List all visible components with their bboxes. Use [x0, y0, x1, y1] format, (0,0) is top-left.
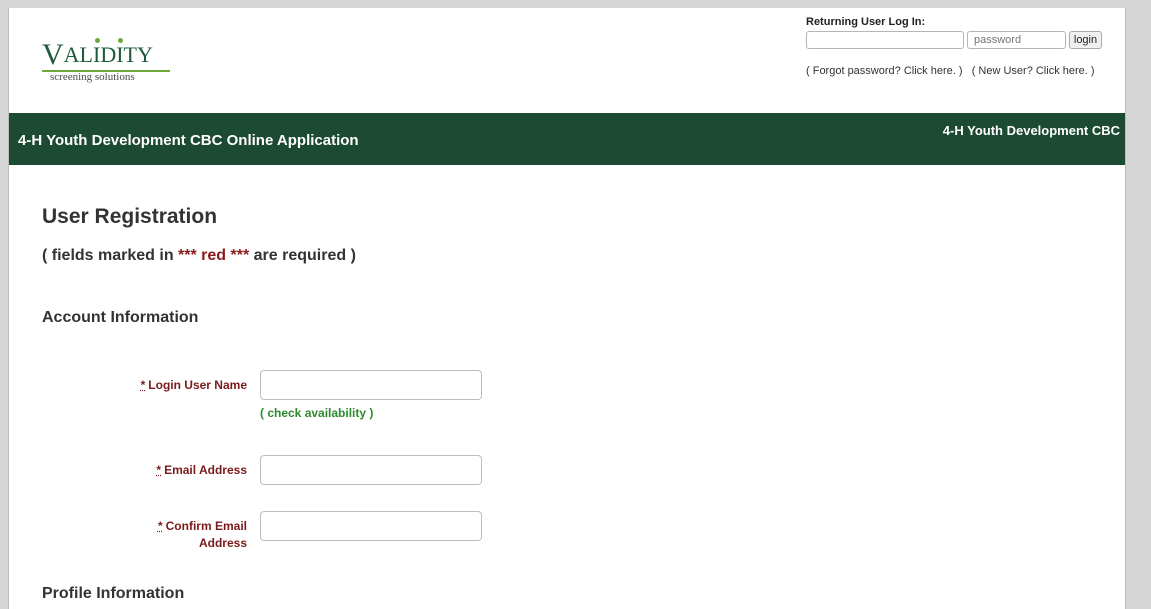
login-user-name-input[interactable]	[260, 370, 482, 400]
page-title: User Registration	[42, 205, 218, 228]
required-note-pre: ( fields marked in	[42, 247, 179, 264]
confirm-email-address-input[interactable]	[260, 511, 482, 541]
account-information-heading: Account Information	[42, 309, 199, 326]
new-user-link[interactable]: ( New User? Click here. )	[972, 65, 1095, 77]
profile-information-heading: Profile Information	[42, 585, 185, 602]
check-availability-link[interactable]: ( check availability )	[260, 406, 373, 420]
email-address-label: * Email Address	[42, 462, 247, 479]
email-address-input[interactable]	[260, 455, 482, 485]
email-address-label-text: Email Address	[164, 463, 247, 477]
banner-title: 4-H Youth Development CBC Online Applica…	[18, 132, 359, 149]
validity-logo[interactable]: V AL I D I TY screening solutions	[42, 38, 182, 100]
required-note-post: are required )	[249, 247, 356, 264]
required-star: *	[156, 463, 162, 477]
returning-user-login: Returning User Log In: login ( Forgot pa…	[806, 16, 1116, 77]
login-user-name-label-text: Login User Name	[148, 378, 247, 392]
login-username-input[interactable]	[806, 31, 964, 49]
required-star: *	[157, 519, 163, 533]
required-note-red: *** red ***	[178, 247, 250, 264]
forgot-password-link[interactable]: ( Forgot password? Click here. )	[806, 65, 963, 77]
banner-program: 4-H Youth Development CBC	[942, 123, 1120, 138]
confirm-email-address-label-text: Confirm Email Address	[165, 519, 247, 550]
login-password-input[interactable]	[967, 31, 1066, 49]
logo-wordmark: V AL I D I TY	[42, 38, 153, 71]
login-label: Returning User Log In:	[806, 16, 926, 28]
page: V AL I D I TY screening solutions Returning U…	[8, 8, 1126, 609]
required-note: ( fields marked in *** red *** are requi…	[42, 247, 356, 265]
login-button[interactable]: login	[1069, 31, 1102, 49]
login-row: login	[806, 31, 1102, 49]
required-star: *	[140, 378, 146, 392]
login-links: ( Forgot password? Click here. ) ( New U…	[806, 65, 1095, 77]
confirm-email-address-label: * Confirm Email Address	[42, 518, 247, 552]
app-banner: 4-H Youth Development CBC Online Applica…	[9, 113, 1125, 165]
logo-tagline: screening solutions	[50, 71, 135, 83]
login-user-name-label: * Login User Name	[42, 377, 247, 394]
